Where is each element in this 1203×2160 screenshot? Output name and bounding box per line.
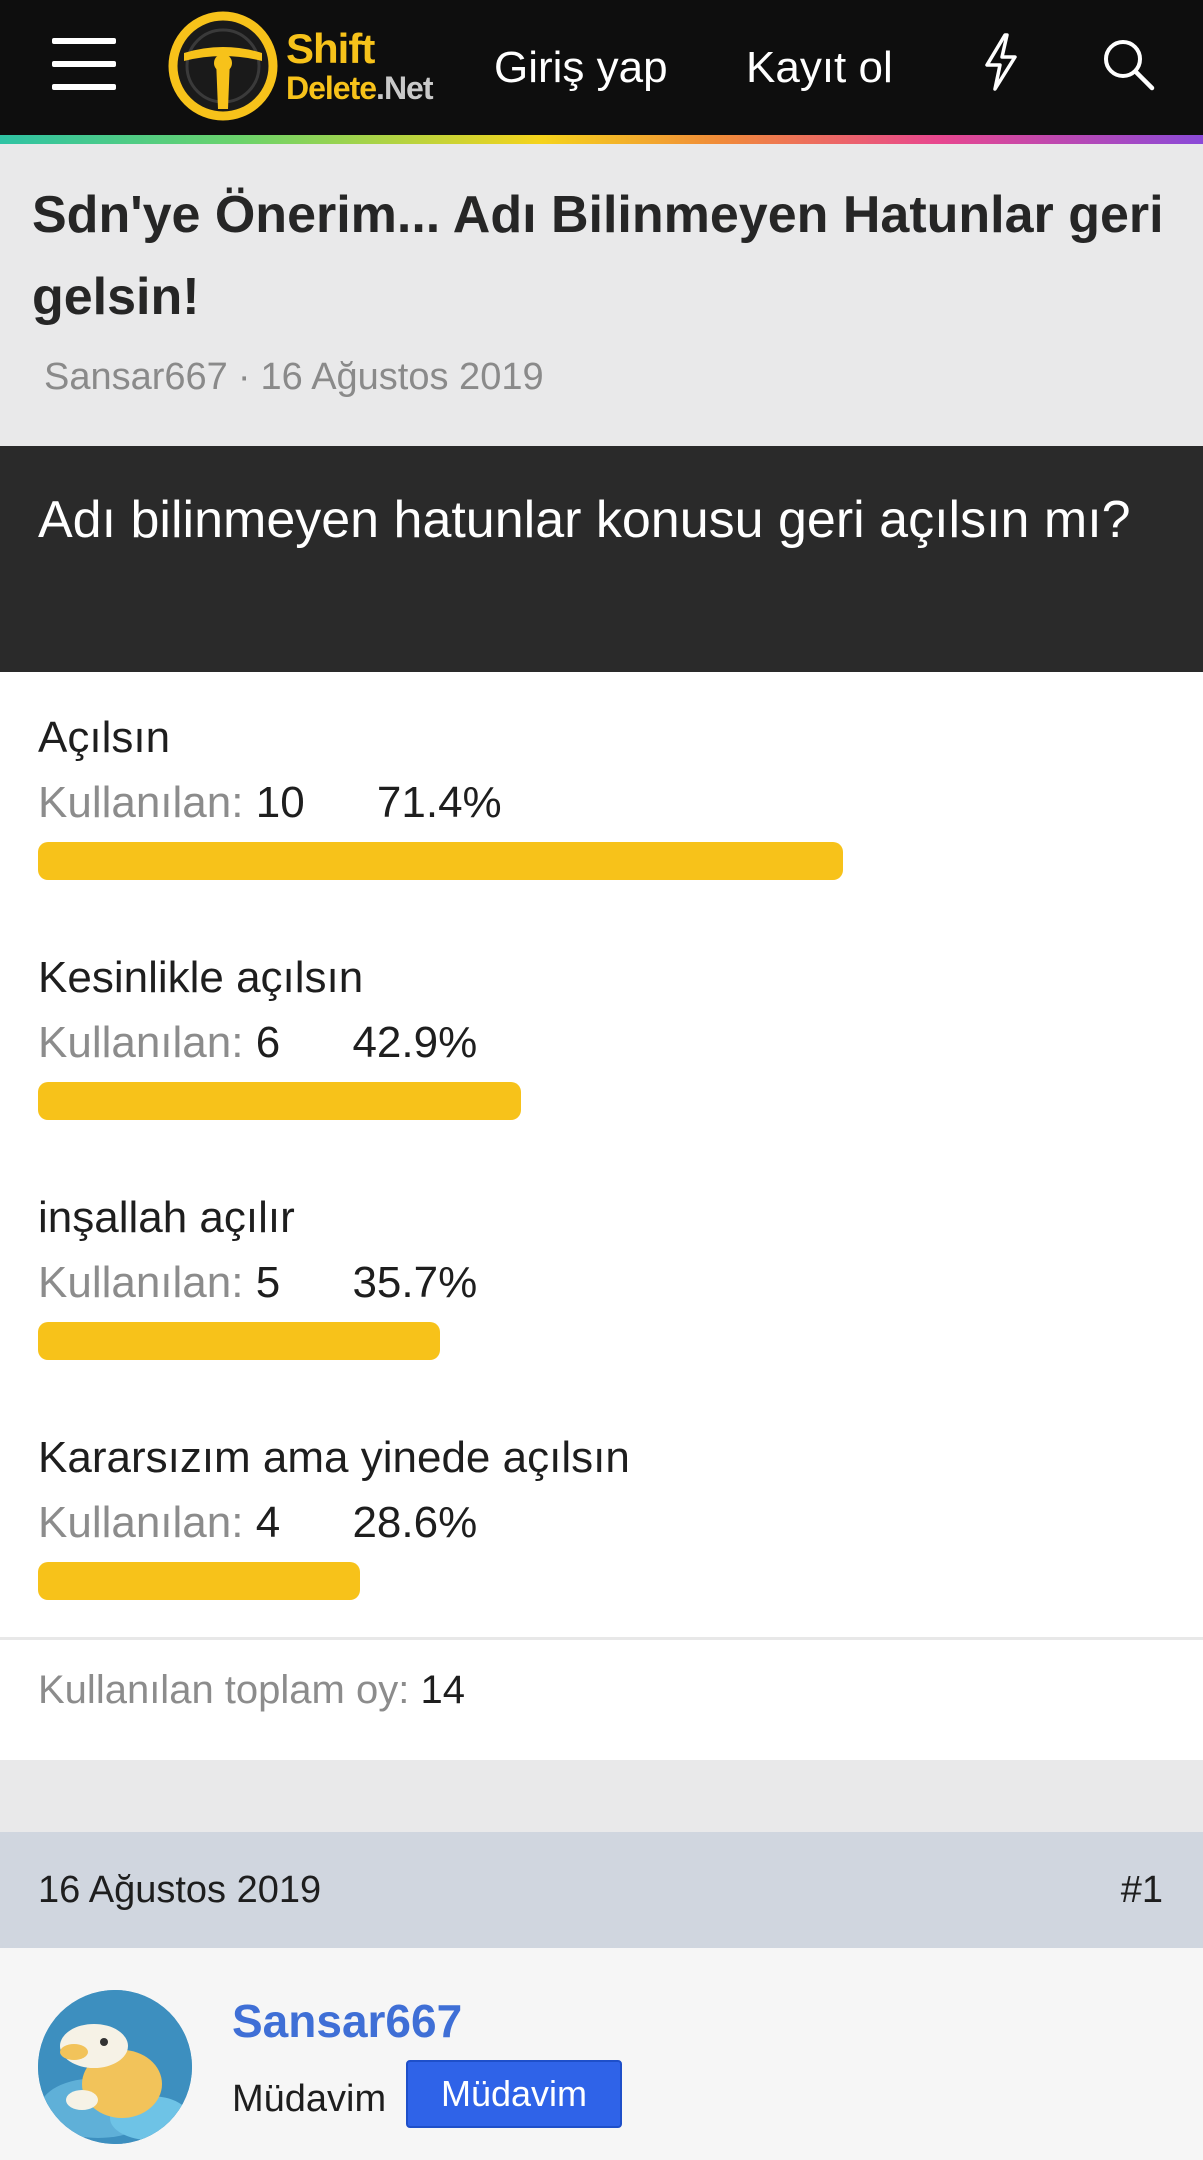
votes-used-label: Kullanılan:	[38, 1258, 244, 1307]
thread-date[interactable]: 16 Ağustos 2019	[260, 356, 543, 398]
poll-option-percent: 35.7%	[352, 1258, 478, 1307]
thread-title: Sdn'ye Önerim... Adı Bilinmeyen Hatunlar…	[32, 186, 1164, 326]
poll-option-stats: Kullanılan: 6 42.9%	[38, 1008, 1168, 1078]
steering-wheel-logo-icon	[168, 11, 278, 120]
top-navbar: Shift Delete.Net Giriş yap Kayıt ol	[0, 0, 1203, 135]
poll-header: Adı bilinmeyen hatunlar konusu geri açıl…	[0, 446, 1203, 672]
poll-option-label: Kararsızım ama yinede açılsın	[38, 1433, 630, 1482]
poll-option-bar	[38, 842, 843, 880]
poll-bar-track	[38, 1562, 1165, 1600]
post-date[interactable]: 16 Ağustos 2019	[38, 1832, 321, 1948]
poll-option-label: Açılsın	[38, 713, 171, 762]
poll-total-label: Kullanılan toplam oy:	[38, 1668, 410, 1712]
login-link[interactable]: Giriş yap	[494, 0, 668, 135]
poll-option: Kesinlikle açılsın Kullanılan: 6 42.9%	[38, 948, 1168, 1120]
poll-bar-track	[38, 842, 1165, 880]
search-icon[interactable]	[1100, 36, 1156, 92]
logo-wordmark: Shift Delete.Net	[286, 24, 434, 106]
poll-option: Açılsın Kullanılan: 10 71.4%	[38, 708, 1168, 880]
poll-option-bar	[38, 1562, 360, 1600]
site-logo[interactable]: Shift Delete.Net	[168, 8, 468, 123]
post-user-info: Sansar667 Müdavim Müdavim	[0, 1948, 1203, 2160]
votes-used-label: Kullanılan:	[38, 1018, 244, 1067]
menu-icon[interactable]	[52, 38, 116, 90]
poll-option-votes: 10	[255, 778, 305, 827]
user-title: Müdavim	[232, 2078, 387, 2120]
thread-meta: Sansar667 · 16 Ağustos 2019	[44, 356, 544, 399]
poll-question: Adı bilinmeyen hatunlar konusu geri açıl…	[38, 491, 1131, 549]
votes-used-label: Kullanılan:	[38, 778, 244, 827]
bolt-icon[interactable]	[978, 32, 1024, 92]
poll-option-stats: Kullanılan: 5 35.7%	[38, 1248, 1168, 1318]
meta-separator: ·	[237, 356, 251, 398]
votes-used-label: Kullanılan:	[38, 1498, 244, 1547]
poll-bar-track	[38, 1322, 1165, 1360]
poll-bar-track	[38, 1082, 1165, 1120]
poll-total-value: 14	[420, 1668, 465, 1712]
poll-option-bar	[38, 1322, 440, 1360]
thread-header: Sdn'ye Önerim... Adı Bilinmeyen Hatunlar…	[0, 144, 1203, 446]
avatar[interactable]	[38, 1990, 192, 2144]
poll-divider	[0, 1637, 1203, 1640]
poll-option-stats: Kullanılan: 4 28.6%	[38, 1488, 1168, 1558]
poll-option: inşallah açılır Kullanılan: 5 35.7%	[38, 1188, 1168, 1360]
post-username[interactable]: Sansar667	[232, 1994, 462, 2048]
post-header: 16 Ağustos 2019 #1	[0, 1832, 1203, 1948]
post-permalink[interactable]: #1	[1121, 1832, 1163, 1948]
poll-results: Açılsın Kullanılan: 10 71.4% Kesinlikle …	[0, 672, 1203, 1760]
thread-author-link[interactable]: Sansar667	[44, 356, 228, 398]
poll-option-stats: Kullanılan: 10 71.4%	[38, 768, 1168, 838]
poll-total-votes: Kullanılan toplam oy: 14	[38, 1668, 465, 1713]
poll-option: Kararsızım ama yinede açılsın Kullanılan…	[38, 1428, 1168, 1600]
poll-option-label: inşallah açılır	[38, 1193, 295, 1242]
poll-option-percent: 71.4%	[376, 778, 502, 827]
header-accent-stripe	[0, 135, 1203, 144]
poll-option-votes: 5	[255, 1258, 281, 1307]
poll-option-label: Kesinlikle açılsın	[38, 953, 364, 1002]
poll-option-votes: 6	[255, 1018, 281, 1067]
avatar-image	[38, 1990, 192, 2144]
poll-option-bar	[38, 1082, 521, 1120]
register-link[interactable]: Kayıt ol	[746, 0, 893, 135]
poll-option-votes: 4	[255, 1498, 281, 1547]
poll-option-percent: 28.6%	[352, 1498, 478, 1547]
user-rank-badge: Müdavim	[406, 2060, 622, 2128]
poll-option-percent: 42.9%	[352, 1018, 478, 1067]
